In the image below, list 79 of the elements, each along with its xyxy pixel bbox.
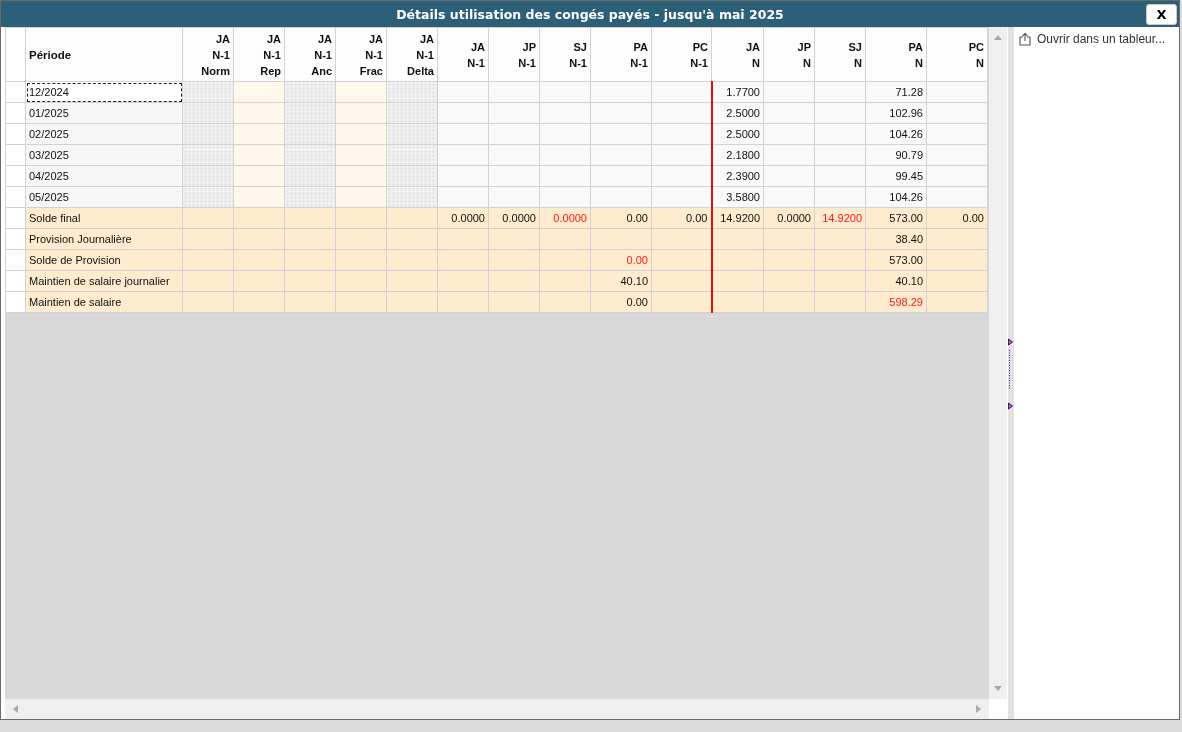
column-header[interactable]: JA N-1 Rep [233, 27, 285, 82]
open-in-spreadsheet-link[interactable]: Ouvrir dans un tableur... [1018, 32, 1166, 46]
column-header[interactable]: JP N [763, 27, 815, 82]
row-selector[interactable] [5, 102, 26, 124]
vertical-scrollbar[interactable] [989, 27, 1007, 699]
cell-value: 40.10 [620, 275, 648, 287]
column-header[interactable]: JA N-1 Anc [284, 27, 336, 82]
scroll-up-icon[interactable] [993, 33, 1003, 41]
cell-value: 71.28 [895, 86, 923, 98]
cell-value: 104.26 [889, 191, 923, 203]
table-cell [711, 291, 764, 313]
horizontal-scrollbar[interactable] [5, 699, 989, 719]
column-header[interactable]: JP N-1 [488, 27, 540, 82]
table-cell [233, 102, 285, 124]
cell-value: 2.1800 [726, 149, 760, 161]
column-header[interactable]: JA N-1 Frac [335, 27, 387, 82]
cell-value: 573.00 [889, 254, 923, 266]
table-cell [437, 102, 489, 124]
row-selector[interactable] [5, 207, 26, 229]
cell-value: 0.00 [962, 212, 984, 224]
row-selector[interactable] [5, 123, 26, 145]
cell-value: 99.45 [895, 170, 923, 182]
cell-value: 2.3900 [726, 170, 760, 182]
cell-value: 2.5000 [726, 107, 760, 119]
cell-value: 104.26 [889, 128, 923, 140]
cell-value: 598.29 [889, 296, 923, 308]
cell-value: 40.10 [895, 275, 923, 287]
cell-value: 14.9200 [720, 212, 760, 224]
cell-value: 0.00 [626, 254, 648, 266]
share-icon [1018, 32, 1032, 46]
table-cell [182, 102, 234, 124]
table-cell [335, 102, 387, 124]
cell-value: 102.96 [889, 107, 923, 119]
column-header[interactable]: PA N [865, 27, 927, 82]
column-header[interactable]: JA N-1 Delta [386, 27, 438, 82]
row-selector[interactable] [5, 228, 26, 250]
scroll-down-icon[interactable] [993, 685, 1003, 693]
cell-value: 0.00 [626, 296, 648, 308]
column-header[interactable]: JA N-1 Norm [182, 27, 234, 82]
cell-value: 0.0000 [777, 212, 811, 224]
cell-value: 38.40 [895, 233, 923, 245]
column-header[interactable]: JA N-1 [437, 27, 489, 82]
table-cell [284, 102, 336, 124]
splitter-handle[interactable] [1008, 338, 1014, 410]
cell-value: 1.7700 [726, 86, 760, 98]
column-header[interactable]: SJ N-1 [539, 27, 591, 82]
cell-value: 0.00 [626, 212, 648, 224]
column-header[interactable]: PA N-1 [590, 27, 652, 82]
table-cell [386, 102, 438, 124]
row-selector[interactable] [5, 186, 26, 208]
cell-value: 2.5000 [726, 128, 760, 140]
cell-value: 573.00 [889, 212, 923, 224]
cell-value: 0.00 [686, 212, 708, 224]
scroll-left-icon[interactable] [11, 704, 19, 714]
window-title: Détails utilisation des congés payés - jusqu'à mai 2025 [396, 6, 784, 22]
cell-value: 14.9200 [822, 212, 862, 224]
row-selector[interactable] [5, 291, 26, 313]
row-selector[interactable] [5, 81, 26, 103]
cell-value: 0.0000 [451, 212, 485, 224]
close-button[interactable]: X [1146, 4, 1177, 25]
column-header[interactable]: Période [25, 27, 183, 82]
column-header[interactable]: JA N [711, 27, 764, 82]
row-selector[interactable] [5, 144, 26, 166]
cell-value: 0.0000 [502, 212, 536, 224]
cell-value: 3.5800 [726, 191, 760, 203]
table-cell [488, 102, 540, 124]
table-cell [711, 249, 764, 271]
cell-value: 90.79 [895, 149, 923, 161]
table-cell [590, 102, 652, 124]
column-header[interactable]: PC N-1 [651, 27, 712, 82]
table-cell [711, 270, 764, 292]
row-selector[interactable] [5, 270, 26, 292]
table-cell [539, 102, 591, 124]
column-header[interactable]: SJ N [814, 27, 866, 82]
row-selector[interactable] [5, 165, 26, 187]
scroll-right-icon[interactable] [975, 704, 983, 714]
cell-value: 0.0000 [553, 212, 587, 224]
column-header[interactable]: PC N [926, 27, 988, 82]
row-selector[interactable] [5, 249, 26, 271]
